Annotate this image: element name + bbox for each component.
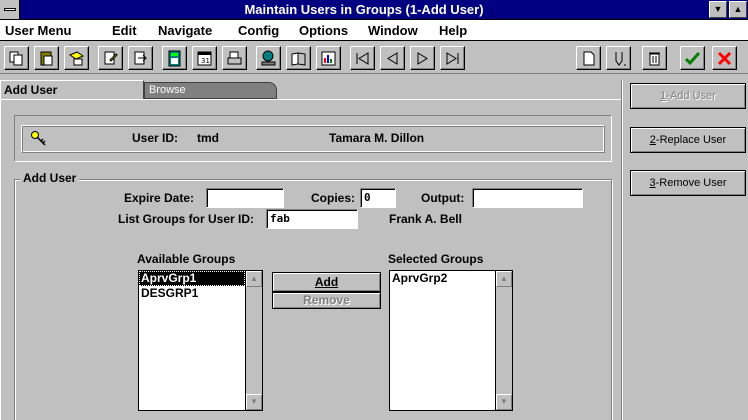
network-button[interactable] xyxy=(256,46,281,70)
list-item[interactable]: AprvGrp2 xyxy=(390,271,495,286)
menu-edit[interactable]: Edit xyxy=(112,23,137,38)
list-item[interactable]: DESGRP1 xyxy=(139,286,245,301)
output-label: Output: xyxy=(421,191,465,205)
menu-user-menu[interactable]: User Menu xyxy=(5,23,71,38)
last-record-icon xyxy=(446,51,459,65)
list-groups-label: List Groups for User ID: xyxy=(118,212,255,226)
scroll-up-icon[interactable]: ▲ xyxy=(246,271,262,287)
menu-options[interactable]: Options xyxy=(299,23,348,38)
query-button[interactable] xyxy=(64,46,89,70)
list-groups-user-input[interactable]: fab xyxy=(266,209,358,229)
menu-help[interactable]: Help xyxy=(439,23,467,38)
minimize-button[interactable]: ▼ xyxy=(709,1,727,18)
chart-button[interactable] xyxy=(316,46,341,70)
new-record-icon xyxy=(583,51,595,65)
selected-groups-label: Selected Groups xyxy=(388,252,484,266)
chart-icon xyxy=(321,51,336,65)
available-groups-label: Available Groups xyxy=(137,252,236,266)
query-exec-icon xyxy=(134,51,148,64)
first-record-button[interactable] xyxy=(350,46,375,70)
edit-record-button[interactable] xyxy=(606,46,631,70)
svg-text:31: 31 xyxy=(201,57,210,65)
user-key-icon xyxy=(31,131,46,146)
copy-button[interactable] xyxy=(4,46,29,70)
query-edit-icon xyxy=(104,51,118,64)
print-button[interactable] xyxy=(222,46,247,70)
remove-group-button[interactable]: Remove xyxy=(272,292,381,309)
remove-group-button-label: Remove xyxy=(303,293,350,307)
paste-icon xyxy=(40,51,53,65)
user-id-value: tmd xyxy=(197,131,219,145)
menu-bar: User Menu Edit Navigate Config Options W… xyxy=(0,20,748,41)
panel-separator xyxy=(621,80,623,420)
triangle-down-icon: ▼ xyxy=(713,4,723,14)
query-edit-button[interactable] xyxy=(98,46,123,70)
delete-record-button[interactable] xyxy=(642,46,667,70)
expire-date-input[interactable] xyxy=(206,188,284,208)
delete-record-icon xyxy=(649,52,660,65)
available-groups-list[interactable]: AprvGrp1 DESGRP1 ▲ ▼ xyxy=(138,270,263,411)
calculator-icon xyxy=(168,50,181,66)
calendar-icon: 31 xyxy=(197,51,212,65)
prev-record-icon xyxy=(387,51,398,65)
title-bar: Maintain Users in Groups (1-Add User) ▼ … xyxy=(0,0,748,20)
user-id-label: User ID: xyxy=(132,131,179,145)
toolbar: 31 xyxy=(0,42,748,74)
accept-button[interactable] xyxy=(680,46,705,70)
book-button[interactable] xyxy=(286,46,311,70)
window-title: Maintain Users in Groups (1-Add User) xyxy=(244,2,484,17)
available-scrollbar[interactable]: ▲ ▼ xyxy=(245,271,262,410)
expire-date-label: Expire Date: xyxy=(124,191,195,205)
query-exec-button[interactable] xyxy=(128,46,153,70)
selected-scrollbar[interactable]: ▲ ▼ xyxy=(495,271,512,410)
scroll-down-icon[interactable]: ▼ xyxy=(496,394,512,410)
system-menu-icon xyxy=(4,8,16,11)
print-icon xyxy=(227,51,242,64)
list-item[interactable]: AprvGrp1 xyxy=(139,271,245,286)
last-record-button[interactable] xyxy=(440,46,465,70)
system-menu-button[interactable] xyxy=(0,0,20,19)
book-icon xyxy=(291,51,306,66)
user-name: Tamara M. Dillon xyxy=(329,131,425,145)
scroll-down-icon[interactable]: ▼ xyxy=(246,394,262,410)
menu-navigate[interactable]: Navigate xyxy=(158,23,212,38)
first-record-icon xyxy=(356,51,369,65)
menu-window[interactable]: Window xyxy=(368,23,418,38)
calculator-button[interactable] xyxy=(162,46,187,70)
query-icon xyxy=(68,50,85,65)
prev-record-button[interactable] xyxy=(380,46,405,70)
add-group-button[interactable]: Add xyxy=(272,272,381,292)
add-user-action-button[interactable]: 1-Add User xyxy=(630,83,746,109)
add-user-group-label: Add User xyxy=(20,171,80,185)
calendar-button[interactable]: 31 xyxy=(192,46,217,70)
scroll-up-icon[interactable]: ▲ xyxy=(496,271,512,287)
tab-add-user[interactable]: Add User xyxy=(0,80,144,100)
network-icon xyxy=(261,50,276,65)
next-record-button[interactable] xyxy=(410,46,435,70)
copy-icon xyxy=(9,51,23,65)
tab-browse[interactable]: Browse xyxy=(144,82,277,99)
selected-groups-list[interactable]: AprvGrp2 ▲ ▼ xyxy=(389,270,513,411)
cancel-icon xyxy=(717,51,732,65)
copies-label: Copies: xyxy=(311,191,356,205)
user-header: User ID: tmd Tamara M. Dillon xyxy=(21,125,605,153)
paste-button[interactable] xyxy=(34,46,59,70)
triangle-up-icon: ▲ xyxy=(733,4,743,14)
cancel-button[interactable] xyxy=(712,46,737,70)
replace-user-action-button[interactable]: 2-Replace User xyxy=(630,127,746,153)
menu-config[interactable]: Config xyxy=(238,23,279,38)
add-group-button-label: Add xyxy=(314,275,339,289)
accept-icon xyxy=(684,51,701,65)
copies-input[interactable]: 0 xyxy=(360,188,396,208)
maximize-button[interactable]: ▲ xyxy=(729,1,747,18)
edit-record-icon xyxy=(615,51,626,66)
list-groups-user-name: Frank A. Bell xyxy=(389,212,462,226)
new-record-button[interactable] xyxy=(576,46,601,70)
next-record-icon xyxy=(417,51,428,65)
remove-user-action-button[interactable]: 3-Remove User xyxy=(630,170,746,196)
output-input[interactable] xyxy=(472,188,583,208)
